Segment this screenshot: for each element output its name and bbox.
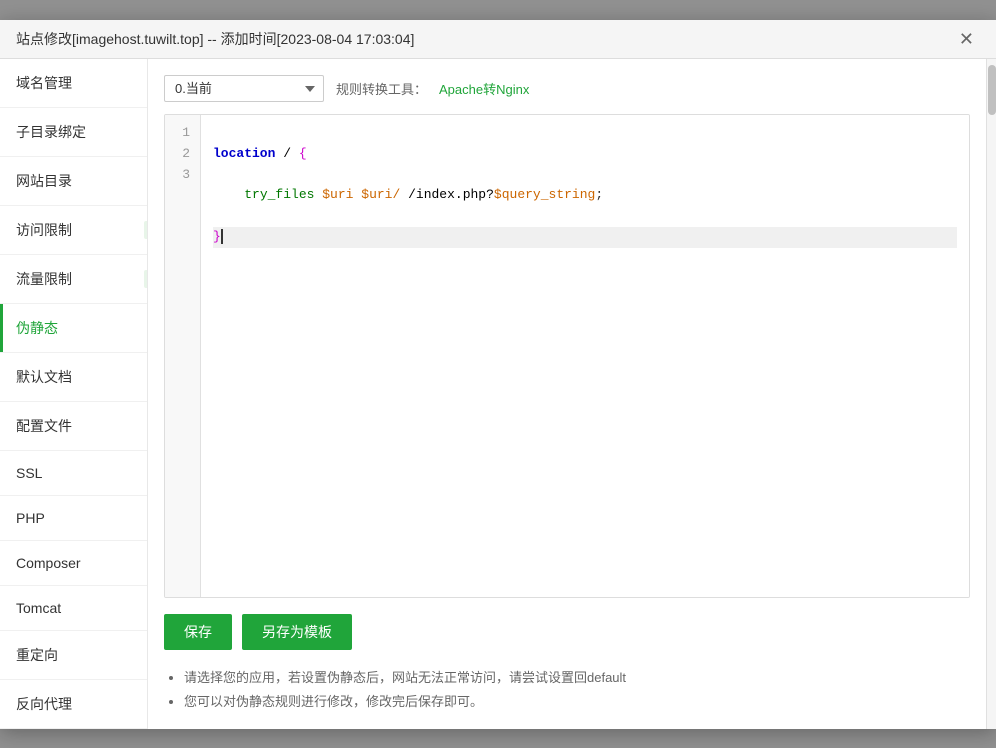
sidebar-item-php[interactable]: PHP <box>0 496 147 541</box>
sidebar-item-redirect[interactable]: 重定向 <box>0 631 147 680</box>
tip-1: 请选择您的应用，若设置伪静态后，网站无法正常访问，请尝试设置回default <box>184 666 970 689</box>
sidebar-item-reverse-proxy[interactable]: 反向代理 <box>0 680 147 729</box>
sidebar-item-composer[interactable]: Composer <box>0 541 147 586</box>
sidebar-item-pseudo-static[interactable]: 伪静态 <box>0 304 147 353</box>
convert-label: 规则转换工具： <box>336 79 427 98</box>
sidebar-item-ssl[interactable]: SSL <box>0 451 147 496</box>
code-textarea[interactable]: location / { try_files $uri $uri/ /index… <box>201 115 969 597</box>
version-select[interactable]: 0.当前 1.备份 <box>164 75 324 102</box>
close-button[interactable]: ✕ <box>953 28 980 50</box>
code-line-2: try_files $uri $uri/ /index.php?$query_s… <box>213 185 957 206</box>
sidebar-item-domain[interactable]: 域名管理 <box>0 59 147 108</box>
sidebar-item-config-file[interactable]: 配置文件 <box>0 402 147 451</box>
sidebar-item-default-doc[interactable]: 默认文档 <box>0 353 147 402</box>
modal-header: 站点修改[imagehost.tuwilt.top] -- 添加时间[2023-… <box>0 20 996 59</box>
modal-body: 域名管理 子目录绑定 网站目录 访问限制 行 流量限制 行 伪静态 <box>0 59 996 729</box>
line-num-2: 2 <box>175 144 190 165</box>
scrollbar-thumb[interactable] <box>988 65 996 115</box>
sidebar-item-flow-limit[interactable]: 流量限制 行 <box>0 255 147 304</box>
toolbar-row: 0.当前 1.备份 规则转换工具： Apache转Nginx <box>164 75 970 102</box>
scrollbar-track[interactable] <box>986 59 996 729</box>
save-button[interactable]: 保存 <box>164 614 232 650</box>
modal-title: 站点修改[imagehost.tuwilt.top] -- 添加时间[2023-… <box>16 29 414 49</box>
line-num-1: 1 <box>175 123 190 144</box>
code-line-3: } <box>213 227 957 248</box>
tip-2: 您可以对伪静态规则进行修改，修改完后保存即可。 <box>184 690 970 713</box>
save-as-template-button[interactable]: 另存为模板 <box>242 614 352 650</box>
code-line-1: location / { <box>213 144 957 165</box>
sidebar-item-website-dir[interactable]: 网站目录 <box>0 157 147 206</box>
code-editor: 1 2 3 location / { try_files $uri $uri/ … <box>164 114 970 598</box>
tips-list: 请选择您的应用，若设置伪静态后，网站无法正常访问，请尝试设置回default 您… <box>164 666 970 713</box>
line-num-3: 3 <box>175 165 190 186</box>
sidebar-item-subdir[interactable]: 子目录绑定 <box>0 108 147 157</box>
line-numbers: 1 2 3 <box>165 115 201 597</box>
apache-to-nginx-link[interactable]: Apache转Nginx <box>439 79 529 98</box>
sidebar-item-tomcat[interactable]: Tomcat <box>0 586 147 631</box>
main-content: 0.当前 1.备份 规则转换工具： Apache转Nginx 1 2 3 loc… <box>148 59 986 729</box>
sidebar-item-access-limit[interactable]: 访问限制 行 <box>0 206 147 255</box>
button-row: 保存 另存为模板 <box>164 614 970 650</box>
sidebar: 域名管理 子目录绑定 网站目录 访问限制 行 流量限制 行 伪静态 <box>0 59 148 729</box>
